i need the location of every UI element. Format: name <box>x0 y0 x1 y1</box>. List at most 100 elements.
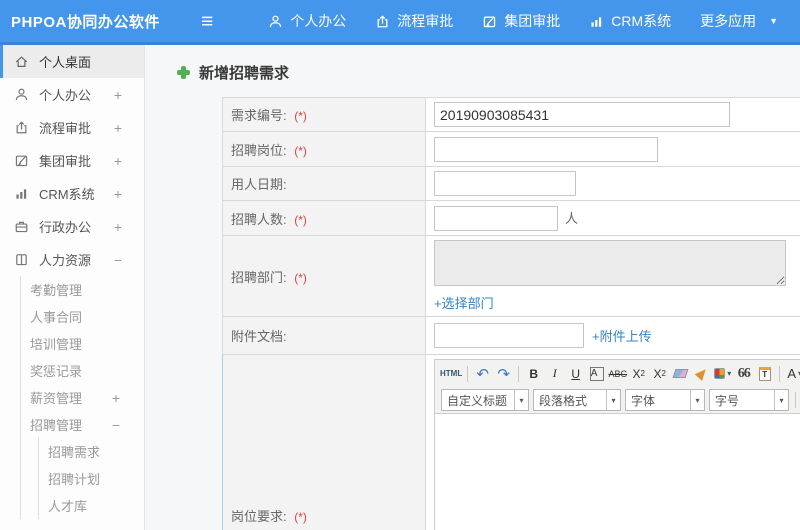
field-label: 招聘人数: <box>231 211 287 227</box>
underline-button[interactable]: U <box>566 364 585 384</box>
recruit-position-input[interactable] <box>434 136 658 162</box>
required-marker: (*) <box>294 270 307 285</box>
page-title: 新增招聘需求 <box>177 62 800 83</box>
nav-group-approval[interactable]: 集团审批 <box>482 11 560 31</box>
border-text-button[interactable]: A <box>589 366 604 381</box>
sidebar-item-group-approval[interactable]: 集团审批 + <box>0 144 144 177</box>
font-size-select[interactable]: 字号 ▾ <box>709 389 789 411</box>
sidebar-item-training-mgmt[interactable]: 培训管理 <box>21 330 144 357</box>
paragraph-format-select[interactable]: 段落格式 ▾ <box>533 389 621 411</box>
demand-number-input[interactable] <box>434 102 730 127</box>
sidebar-item-crm-system[interactable]: CRM系统 + <box>0 177 144 210</box>
field-label: 岗位要求: <box>231 508 287 524</box>
form-row-hire-date: 用人日期: <box>222 166 800 201</box>
attachment-input[interactable] <box>434 323 584 348</box>
required-marker: (*) <box>294 143 307 158</box>
edit-icon <box>14 153 30 168</box>
sidebar-item-recruit-mgmt[interactable]: 招聘管理 − <box>21 411 144 438</box>
expand-toggle[interactable]: + <box>114 186 144 202</box>
undo-icon[interactable]: ↶ <box>473 364 492 384</box>
sidebar-item-reward-punishment[interactable]: 奖惩记录 <box>21 357 144 384</box>
eraser-icon <box>672 369 689 378</box>
sidebar-item-label: 招聘需求 <box>48 445 101 460</box>
required-marker: (*) <box>294 212 307 227</box>
custom-heading-select[interactable]: 自定义标题 ▾ <box>441 389 529 411</box>
collapse-toggle[interactable]: − <box>112 417 144 433</box>
expand-toggle[interactable]: + <box>114 120 144 136</box>
font-family-select[interactable]: 字体 ▾ <box>625 389 705 411</box>
toolbar-separator <box>518 365 520 382</box>
italic-button[interactable]: I <box>545 364 564 384</box>
sidebar-item-attendance-mgmt[interactable]: 考勤管理 <box>21 276 144 303</box>
nav-label: 流程审批 <box>397 13 454 29</box>
form-row-position-requirements: 岗位要求: (*) HTML ↶ ↷ B I U A ABC X 2 X 2 ▾… <box>222 354 800 530</box>
sidebar-item-human-resources[interactable]: 人力资源 − <box>0 243 144 276</box>
source-code-button[interactable]: HTML <box>440 364 462 384</box>
collapse-toggle[interactable]: − <box>114 252 144 268</box>
sidebar-item-label: 人事合同 <box>30 310 83 325</box>
nav-label: 个人办公 <box>290 13 347 29</box>
format-brush-button[interactable] <box>692 364 711 384</box>
sidebar-item-label: 薪资管理 <box>30 391 83 406</box>
palette-icon <box>714 368 726 379</box>
sidebar-item-talent-pool[interactable]: 人才库 <box>39 492 144 519</box>
color-picker-button[interactable]: ▾ <box>713 364 732 384</box>
sidebar-item-personal-desktop[interactable]: 个人桌面 <box>0 45 144 78</box>
expand-toggle[interactable]: + <box>114 219 144 235</box>
nav-workflow-approval[interactable]: 流程审批 <box>375 11 453 31</box>
chart-icon <box>591 16 602 27</box>
sidebar-item-label: 考勤管理 <box>30 283 83 298</box>
caret-down-icon: ▾ <box>774 390 788 410</box>
subscript-button[interactable]: X2 <box>650 364 669 384</box>
sidebar-item-workflow-approval[interactable]: 流程审批 + <box>0 111 144 144</box>
flow-icon <box>14 120 30 135</box>
home-icon <box>14 54 30 69</box>
brush-icon <box>694 366 710 381</box>
sidebar-item-admin-office[interactable]: 行政办公 + <box>0 210 144 243</box>
sidebar-item-label: 集团审批 <box>39 154 92 169</box>
app-logo: PHPOA协同办公软件 <box>11 13 160 31</box>
recruit-dept-textarea[interactable] <box>434 240 786 286</box>
nav-label: 更多应用 <box>700 13 757 29</box>
editor-content-area[interactable] <box>435 414 800 530</box>
sidebar-item-personnel-contract[interactable]: 人事合同 <box>21 303 144 330</box>
superscript-button[interactable]: X2 <box>629 364 648 384</box>
redo-icon[interactable]: ↷ <box>494 364 513 384</box>
paste-button[interactable] <box>755 364 774 384</box>
sidebar-item-label: 人才库 <box>48 499 88 514</box>
caret-down-icon: ▾ <box>690 390 704 410</box>
nav-more-apps[interactable]: 更多应用 ▼ <box>700 11 778 31</box>
toolbar-separator <box>795 392 796 408</box>
attachment-upload-link[interactable]: +附件上传 <box>592 329 652 344</box>
strikethrough-button[interactable]: ABC <box>608 364 627 384</box>
page-title-text: 新增招聘需求 <box>199 65 290 82</box>
hire-date-input[interactable] <box>434 171 576 196</box>
nav-personal-office[interactable]: 个人办公 <box>268 11 346 31</box>
nav-crm-system[interactable]: CRM系统 <box>589 11 671 31</box>
sidebar-item-recruit-plan[interactable]: 招聘计划 <box>39 465 144 492</box>
hamburger-icon[interactable]: ≡ <box>201 11 213 32</box>
blockquote-button[interactable]: 66 <box>734 364 753 384</box>
sidebar-item-recruit-demand[interactable]: 招聘需求 <box>39 438 144 465</box>
caret-down-icon: ▾ <box>727 369 732 378</box>
sidebar-item-label: 招聘管理 <box>30 418 83 433</box>
sidebar-item-personal-office[interactable]: 个人办公 + <box>0 78 144 111</box>
top-nav: 个人办公 流程审批 集团审批 CRM系统 更多应用 ▼ <box>239 11 778 31</box>
bold-button[interactable]: B <box>524 364 543 384</box>
sidebar-item-salary-mgmt[interactable]: 薪资管理 + <box>21 384 144 411</box>
expand-toggle[interactable]: + <box>112 390 144 406</box>
field-label: 招聘岗位: <box>231 142 287 158</box>
plus-icon <box>177 66 190 79</box>
sidebar-item-label: 人力资源 <box>39 253 92 268</box>
select-department-link[interactable]: +选择部门 <box>434 296 494 311</box>
form-row-recruit-dept: 招聘部门: (*) +选择部门 <box>222 235 800 317</box>
user-icon <box>270 15 282 27</box>
expand-toggle[interactable]: + <box>114 153 144 169</box>
top-bar: PHPOA协同办公软件 ≡ 个人办公 流程审批 集团审批 CRM系统 更多应用 … <box>0 0 800 45</box>
expand-toggle[interactable]: + <box>114 87 144 103</box>
sidebar-item-label: 行政办公 <box>39 220 92 235</box>
remove-format-button[interactable] <box>671 364 690 384</box>
clipboard-icon <box>758 366 771 381</box>
font-color-button[interactable]: A▾ <box>785 364 800 384</box>
recruit-count-input[interactable] <box>434 205 558 231</box>
